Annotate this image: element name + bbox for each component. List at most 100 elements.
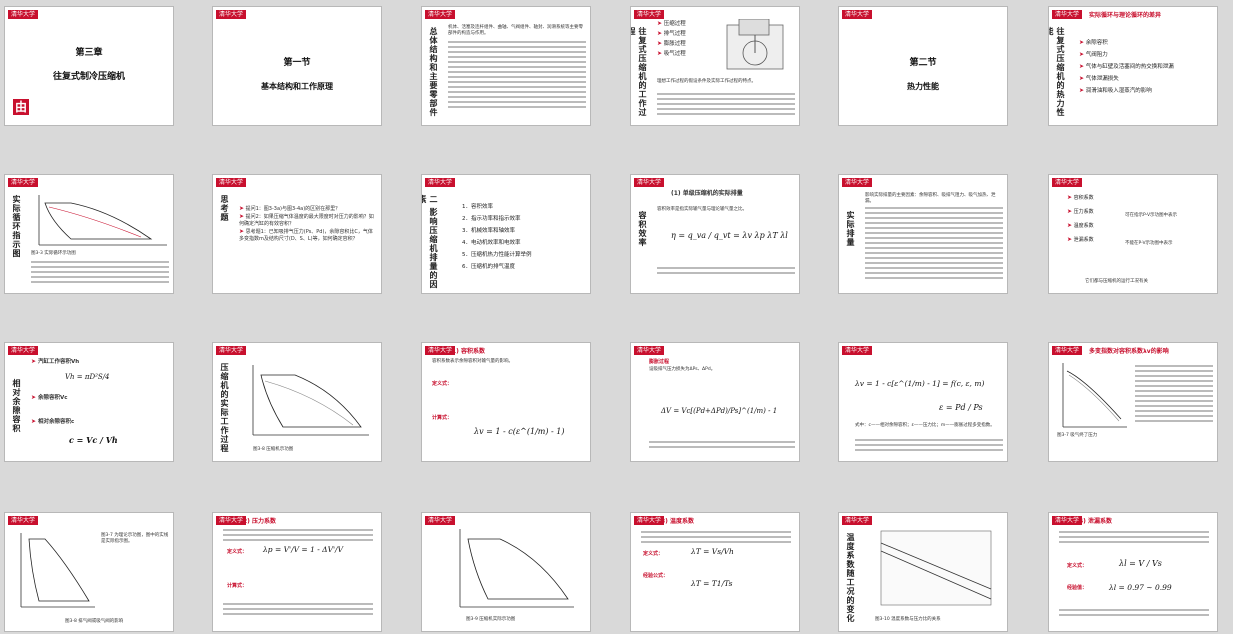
slide-vertical-title: 压缩机的实际工作过程 bbox=[220, 363, 230, 453]
list-item: 3．机械效率和轴效率 bbox=[462, 228, 515, 234]
slide-thumbnail-19[interactable]: 清华大学 图3-7 为理论示功图，图中的实线是实际指示图。 图3-8 排气阀或吸… bbox=[4, 512, 174, 632]
list-item: 温度系数 bbox=[1073, 223, 1094, 229]
slide-title: 第二节 bbox=[909, 58, 937, 68]
slide-thumbnail-14[interactable]: 清华大学 压缩机的实际工作过程 图3-8 压缩机示功图 bbox=[212, 342, 382, 462]
slide-heading: 多变指数对容积系数λv的影响 bbox=[1089, 348, 1169, 355]
slide-thumbnail-12[interactable]: 清华大学 ➤ 容积系数 ➤ 压力系数 ➤ 温度系数 ➤ 泄漏系数 可在指示P-V… bbox=[1048, 174, 1218, 294]
slide-thumbnail-2[interactable]: 清华大学 第一节 基本结构和工作原理 bbox=[212, 6, 382, 126]
slide-body-text: 图3-7 为理论示功图，图中的实线是实际指示图。 bbox=[101, 533, 169, 544]
list-item: 提问2：如果压缩气体温度的最大限度时对压力的影响？如何确定汽缸的有效容积？ bbox=[239, 214, 374, 227]
slide-heading: (1) 单级压缩机的实际排量 bbox=[671, 190, 743, 197]
slide-vertical-title: 容积效率 bbox=[638, 211, 648, 247]
list-item: 吸气过程 bbox=[663, 51, 686, 57]
slide-vertical-title: 往复式压缩机的工作过程 bbox=[630, 27, 648, 117]
slide-thumbnail-21[interactable]: 清华大学 图3-9 压缩机实际示功图 bbox=[421, 512, 591, 632]
list-item: 气体与缸壁及活塞间的热交换和泄漏 bbox=[1085, 64, 1174, 70]
slide-vertical-title: 相对余隙容积 bbox=[12, 379, 22, 433]
slide-logo: 清华大学 bbox=[842, 346, 873, 355]
text-lines bbox=[223, 603, 373, 618]
slide-body-text: 机体、活塞及连杆组件、曲轴、气阀组件、轴封、润滑系统等主要零部件的构造与作用。 bbox=[448, 25, 583, 36]
compressor-drawing bbox=[726, 19, 784, 70]
list-item: 气阀阻力 bbox=[1085, 52, 1108, 58]
list-item: 容积系数 bbox=[1073, 195, 1094, 201]
slide-thumbnail-11[interactable]: 清华大学 实际排量 影响实际排量的主要因素：余隙容积、吸排气阻力、吸气加热、泄漏… bbox=[838, 174, 1008, 294]
pv-diagram bbox=[459, 529, 574, 608]
slide-logo: 清华大学 bbox=[8, 10, 39, 19]
slide-logo: 清华大学 bbox=[216, 516, 247, 525]
slide-vertical-title: 实际排量 bbox=[846, 211, 856, 247]
slide-thumbnail-10[interactable]: 清华大学 (1) 单级压缩机的实际排量 容积效率 容积效率是指实际输气量与理论输… bbox=[630, 174, 800, 294]
slide-thumbnail-4[interactable]: 清华大学 往复式压缩机的工作过程 ➤ 压缩过程 ➤ 排气过程 ➤ 膨胀过程 ➤ … bbox=[630, 6, 800, 126]
empirical-label: 经验公式： bbox=[643, 573, 669, 579]
slide-thumbnail-1[interactable]: 清华大学 第三章 往复式制冷压缩机 由 bbox=[4, 6, 174, 126]
list-item: 排气过程 bbox=[663, 31, 686, 37]
slide-thumbnail-20[interactable]: 清华大学 2) 压力系数 定义式： λp = V'/V = 1 - ΔV'/V … bbox=[212, 512, 382, 632]
slide-logo: 清华大学 bbox=[216, 178, 247, 187]
list-item: 提问1：图3-3a)与图3-4a)的区别在那里？ bbox=[245, 206, 341, 212]
slide-subtitle: 基本结构和工作原理 bbox=[261, 81, 333, 91]
list-item: 余隙容积 bbox=[1085, 40, 1108, 46]
group-note-1: 可在指示P-V示功图中表示 bbox=[1125, 213, 1178, 218]
slide-thumbnail-3[interactable]: 清华大学 总体结构和主要零部件 机体、活塞及连杆组件、曲轴、气阀组件、轴封、润滑… bbox=[421, 6, 591, 126]
figure-caption: 图3-10 温度系数与压力比的关系 bbox=[875, 617, 941, 622]
slide-subtitle: 热力性能 bbox=[907, 81, 939, 91]
slide-logo: 清华大学 bbox=[216, 346, 247, 355]
slide-logo: 清华大学 bbox=[1052, 516, 1083, 525]
corner-badge: 由 bbox=[13, 99, 29, 115]
slide-list: ➤ 压缩过程 ➤ 排气过程 ➤ 膨胀过程 ➤ 吸气过程 bbox=[657, 20, 686, 57]
volume-coefficient-formula: λv = 1 - c(ε^(1/m) - 1) bbox=[474, 427, 565, 436]
slide-logo: 清华大学 bbox=[842, 178, 873, 187]
slide-vertical-title: 总体结构和主要零部件 bbox=[429, 27, 439, 117]
slide-thumbnail-16[interactable]: 清华大学 膨胀过程 设吸排气压力损失为ΔPs、ΔPd。 ΔV = Vc[(Pd+… bbox=[630, 342, 800, 462]
temperature-coefficient-chart bbox=[880, 530, 992, 606]
slide-thumbnail-7[interactable]: 清华大学 实际循环指示图 图3-3 实际循环示功图 bbox=[4, 174, 174, 294]
expansion-formula: ΔV = Vc[(Pd+ΔPd)/Ps]^(1/m) - 1 bbox=[661, 407, 778, 415]
text-lines bbox=[1059, 531, 1209, 546]
slide-vertical-title: 二 影响压缩机排量的因素 bbox=[421, 195, 439, 289]
text-lines bbox=[1059, 609, 1209, 619]
slide-list: ➤ 余隙容积 ➤ 气阀阻力 ➤ 气体与缸壁及活塞间的热交换和泄漏 ➤ 气体泄漏损… bbox=[1079, 39, 1174, 94]
pv-diagram bbox=[1062, 363, 1127, 428]
definition-label: 定义式： bbox=[227, 549, 248, 555]
slide-logo: 清华大学 bbox=[1052, 10, 1083, 19]
slide-thumbnail-17[interactable]: 清华大学 λv = 1 - c[ε^(1/m) - 1] = f(c, ε, m… bbox=[838, 342, 1008, 462]
list-item: 膨胀过程 bbox=[663, 41, 686, 47]
slide-thumbnail-22[interactable]: 清华大学 3) 温度系数 定义式： λT = Vs/Vh 经验公式： λT = … bbox=[630, 512, 800, 632]
slide-heading: 2) 压力系数 bbox=[243, 518, 277, 525]
slide-heading: 实际循环与理论循环的差异 bbox=[1089, 12, 1162, 19]
empirical-label: 经验值： bbox=[1067, 585, 1088, 591]
slide-thumbnail-13[interactable]: 清华大学 相对余隙容积 ➤ 汽缸工作容积Vh Vh = πD²S/4 ➤ 余隙容… bbox=[4, 342, 174, 462]
slide-heading: 3) 温度系数 bbox=[661, 518, 695, 525]
slide-body-text: 设吸排气压力损失为ΔPs、ΔPd。 bbox=[649, 367, 716, 372]
definition-label: 定义式： bbox=[1067, 563, 1088, 569]
slide-thumbnail-18[interactable]: 清华大学 多变指数对容积系数λv的影响 图3-7 吸气终了压力 bbox=[1048, 342, 1218, 462]
slide-thumbnail-23[interactable]: 清华大学 温度系数随工况的变化 图3-10 温度系数与压力比的关系 bbox=[838, 512, 1008, 632]
list-item: 5．压缩机热力性能计算举例 bbox=[462, 252, 532, 258]
volume-coefficient-function: λv = 1 - c[ε^(1/m) - 1] = f(c, ε, m) bbox=[855, 379, 985, 388]
list-item: 气体泄漏损失 bbox=[1085, 76, 1119, 82]
slide-body-text: 式中：c——相对余隙容积；ε——压力比；m——膨胀过程多变指数。 bbox=[855, 423, 995, 428]
slide-body-text: 容积系数表示余隙容积对输气量的影响。 bbox=[432, 359, 513, 364]
pressure-ratio-formula: ε = Pd / Ps bbox=[939, 403, 983, 412]
calculation-label: 计算式： bbox=[227, 583, 248, 589]
temperature-coefficient-formula: λT = Vs/Vh bbox=[691, 547, 734, 556]
pv-diagram bbox=[252, 365, 369, 436]
slide-logo: 清华大学 bbox=[8, 346, 39, 355]
slide-logo: 清华大学 bbox=[8, 516, 39, 525]
calculation-label: 计算式： bbox=[432, 415, 453, 421]
slide-thumbnail-8[interactable]: 清华大学 思考题 ➤ 提问1：图3-3a)与图3-4a)的区别在那里？ ➤ 提问… bbox=[212, 174, 382, 294]
slide-vertical-title: 思考题 bbox=[220, 195, 230, 222]
slide-thumbnail-5[interactable]: 清华大学 第二节 热力性能 bbox=[838, 6, 1008, 126]
pv-diagram bbox=[38, 195, 167, 246]
slide-thumbnail-24[interactable]: 清华大学 4) 泄漏系数 定义式： λl = V / Vs 经验值： λl = … bbox=[1048, 512, 1218, 632]
figure-caption: 图3-3 实际循环示功图 bbox=[31, 251, 76, 256]
text-lines bbox=[657, 267, 795, 277]
slide-logo: 清华大学 bbox=[1052, 346, 1083, 355]
slide-thumbnail-6[interactable]: 清华大学 实际循环与理论循环的差异 往复式压缩机的热力性能 ➤ 余隙容积 ➤ 气… bbox=[1048, 6, 1218, 126]
definition-label: 定义式： bbox=[643, 551, 664, 557]
slide-thumbnail-15[interactable]: 清华大学 1) 容积系数 容积系数表示余隙容积对输气量的影响。 定义式： 计算式… bbox=[421, 342, 591, 462]
slide-thumbnail-9[interactable]: 清华大学 二 影响压缩机排量的因素 1．容积效率 2．指示功率和指示效率 3．机… bbox=[421, 174, 591, 294]
slide-vertical-title: 往复式压缩机的热力性能 bbox=[1048, 27, 1066, 117]
volume-formula: Vh = πD²S/4 bbox=[65, 373, 110, 381]
list-item: 2．指示功率和指示效率 bbox=[462, 216, 521, 222]
